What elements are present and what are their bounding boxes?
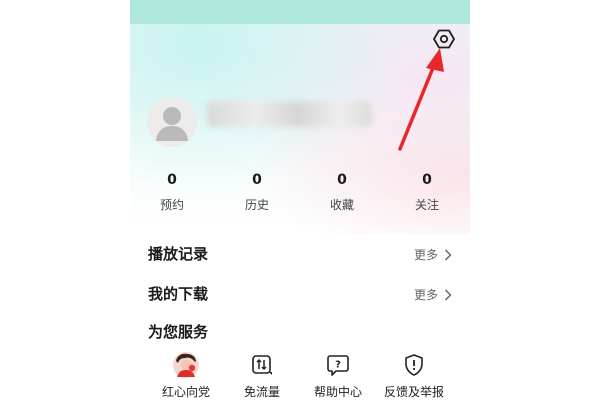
annotation-arrow xyxy=(398,48,444,151)
stat-reservations[interactable]: 0 预约 xyxy=(142,170,202,214)
downloads-more[interactable]: 更多 xyxy=(414,286,452,303)
stat-following[interactable]: 0 关注 xyxy=(397,170,457,214)
play-history-title: 播放记录 xyxy=(148,245,209,263)
phone-screen: 0 预约 0 历史 0 收藏 0 关注 播放记录 更多 我的下载 更多 为您服务… xyxy=(130,0,470,400)
report-icon xyxy=(401,352,427,378)
service-label: 反馈及举报 xyxy=(383,385,444,399)
stat-label: 关注 xyxy=(414,198,439,212)
username-blurred[interactable] xyxy=(207,101,372,127)
status-bar xyxy=(130,0,470,24)
stat-value: 0 xyxy=(252,172,262,188)
stat-value: 0 xyxy=(167,172,177,188)
stat-value: 0 xyxy=(422,172,432,188)
service-label: 帮助中心 xyxy=(313,385,362,399)
stat-label: 历史 xyxy=(244,198,269,212)
stat-value: 0 xyxy=(337,172,347,188)
stat-label: 收藏 xyxy=(329,198,354,212)
chevron-right-icon xyxy=(444,248,452,261)
downloads-title: 我的下载 xyxy=(148,285,209,303)
downloads-row[interactable]: 我的下载 更多 xyxy=(130,279,470,307)
stat-label: 预约 xyxy=(159,198,184,212)
data-transfer-icon xyxy=(249,352,275,378)
play-history-row[interactable]: 播放记录 更多 xyxy=(130,239,470,267)
service-label: 红心向党 xyxy=(161,385,210,399)
service-red-heart[interactable]: 红心向党 xyxy=(146,352,226,399)
service-feedback-report[interactable]: 反馈及举报 xyxy=(374,352,454,399)
stat-history[interactable]: 0 历史 xyxy=(227,170,287,214)
default-avatar-icon xyxy=(147,97,197,147)
red-heart-avatar-icon xyxy=(173,352,199,378)
svg-text:?: ? xyxy=(335,360,341,371)
more-label: 更多 xyxy=(413,288,438,302)
stat-favorites[interactable]: 0 收藏 xyxy=(312,170,372,214)
help-icon: ? xyxy=(325,352,351,378)
services-section-title: 为您服务 xyxy=(148,323,209,341)
play-history-more[interactable]: 更多 xyxy=(414,246,452,263)
service-data-free[interactable]: 免流量 xyxy=(222,352,302,399)
more-label: 更多 xyxy=(413,248,438,262)
user-avatar[interactable] xyxy=(147,97,197,147)
services-grid: 红心向党 免流量 ? 帮助中心 反馈及举报 xyxy=(130,352,470,400)
service-label: 免流量 xyxy=(243,385,280,399)
profile-stats: 0 预约 0 历史 0 收藏 0 关注 xyxy=(130,170,470,220)
service-help-center[interactable]: ? 帮助中心 xyxy=(298,352,378,399)
chevron-right-icon xyxy=(444,288,452,301)
